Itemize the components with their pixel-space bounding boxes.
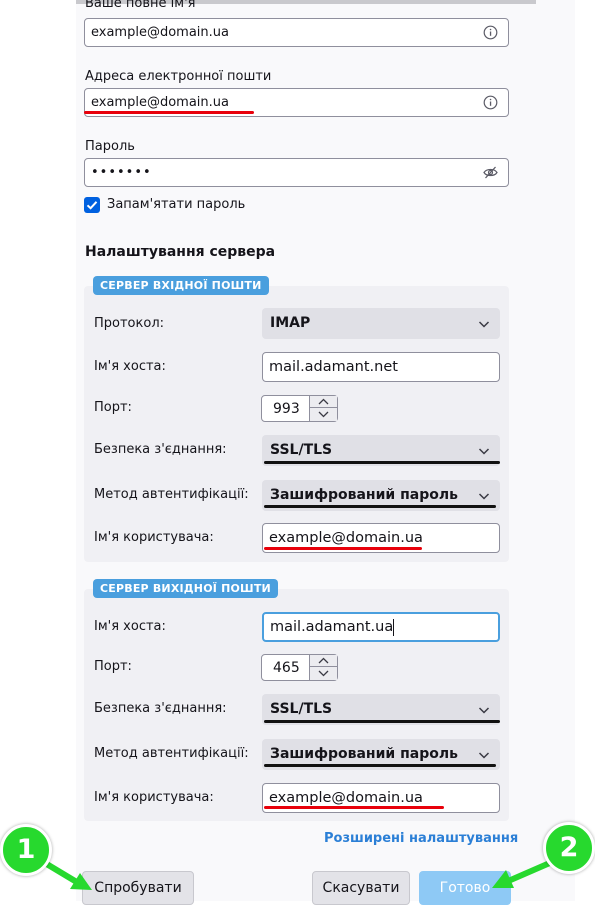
step-marker-2: 2: [543, 822, 595, 874]
arrow-to-done-button: [492, 859, 555, 888]
arrow-to-test-button: [37, 857, 92, 890]
step-marker-1: 1: [0, 824, 52, 876]
annotation-arrows: [37, 857, 555, 890]
